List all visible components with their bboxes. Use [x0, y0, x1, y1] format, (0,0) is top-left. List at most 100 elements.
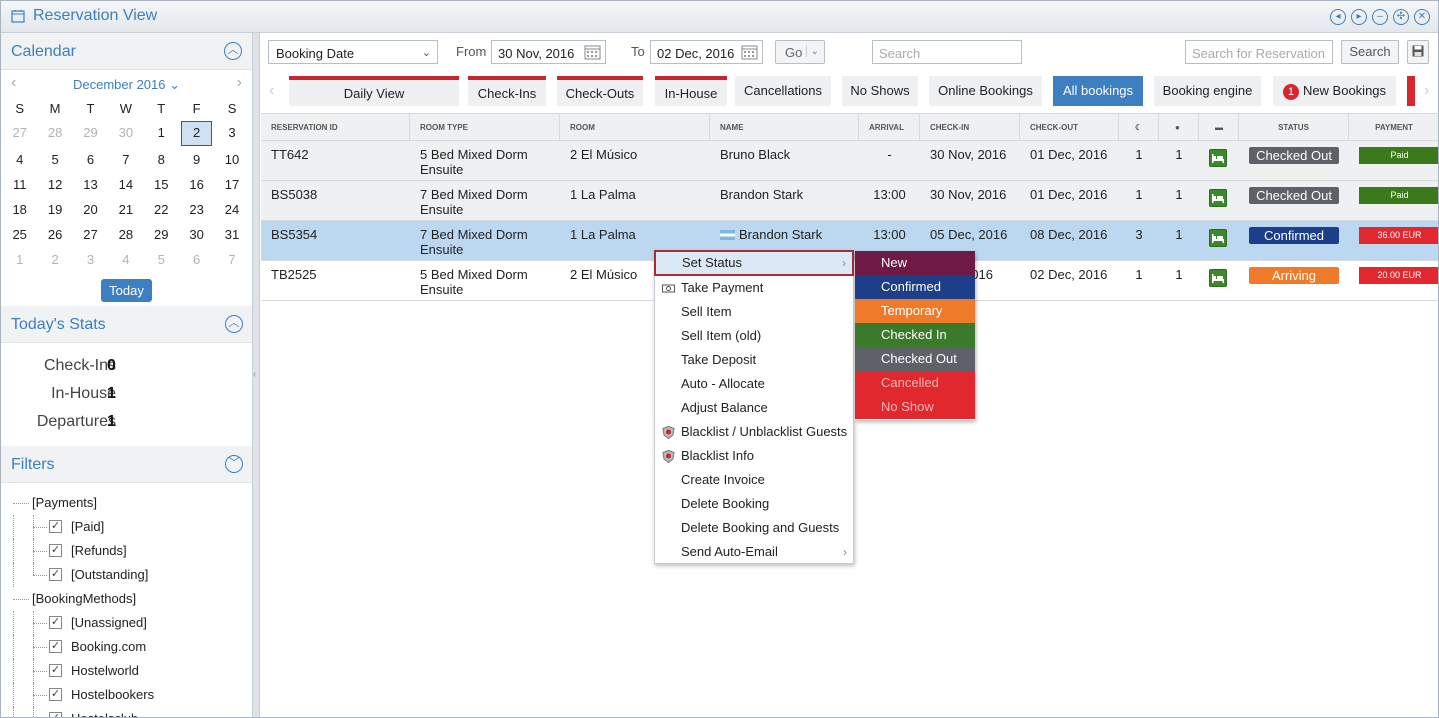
calendar-icon[interactable] — [584, 44, 601, 60]
filter-item[interactable]: ✓ [Paid] — [1, 515, 252, 539]
menu-item-delete-booking-and-guests[interactable]: Delete Booking and Guests — [655, 516, 853, 540]
calendar-day[interactable]: 8 — [144, 147, 179, 172]
tab-check-outs[interactable]: Check-Outs — [557, 76, 643, 106]
search-input[interactable]: Search — [872, 40, 1022, 64]
calendar-icon[interactable] — [741, 44, 758, 60]
calendar-day[interactable]: 21 — [108, 197, 143, 222]
calendar-day[interactable]: 19 — [37, 197, 72, 222]
minimize-icon[interactable]: – — [1372, 9, 1388, 25]
column-header[interactable]: STATUS — [1239, 114, 1349, 141]
calendar-day[interactable]: 29 — [73, 120, 108, 145]
checkbox[interactable]: ✓ — [49, 568, 62, 581]
tab-overflow[interactable] — [1407, 76, 1415, 106]
calendar-day[interactable]: 14 — [108, 172, 143, 197]
menu-item-create-invoice[interactable]: Create Invoice — [655, 468, 853, 492]
column-header[interactable]: NAME — [710, 114, 859, 141]
calendar-day[interactable]: 28 — [37, 120, 72, 145]
filter-item[interactable]: ✓ [Outstanding] — [1, 563, 252, 587]
column-header[interactable]: CHECK-OUT — [1020, 114, 1119, 141]
calendar-day[interactable]: 4 — [108, 247, 143, 272]
table-row[interactable]: TT642 5 Bed Mixed Dorm Ensuite 2 El Músico… — [261, 141, 1438, 181]
month-label[interactable]: December 2016 ⌄ — [1, 77, 252, 93]
from-date-input[interactable]: 30 Nov, 2016 — [491, 40, 606, 64]
filter-item[interactable]: ✓ Hostelsclub — [1, 707, 252, 717]
calendar-day[interactable]: 24 — [214, 197, 249, 222]
payment-badge[interactable]: 36.00 EUR — [1359, 227, 1438, 244]
filter-item[interactable]: ✓ Hostelbookers — [1, 683, 252, 707]
status-badge[interactable]: Arriving — [1249, 267, 1339, 284]
calendar-day[interactable]: 31 — [214, 222, 249, 247]
calendar-day[interactable]: 12 — [37, 172, 72, 197]
calendar-day[interactable]: 28 — [108, 222, 143, 247]
tab-cancellations[interactable]: Cancellations — [735, 76, 831, 106]
filter-group[interactable]: [Payments] — [1, 491, 252, 515]
menu-item-set-status[interactable]: Set Status › — [654, 250, 854, 276]
calendar-day[interactable]: 7 — [108, 147, 143, 172]
calendar-day[interactable]: 27 — [2, 120, 37, 145]
collapse-icon[interactable]: ︿ — [225, 315, 243, 333]
today-button[interactable]: Today — [101, 279, 152, 302]
tab-booking-engine[interactable]: Booking engine — [1154, 76, 1261, 106]
tab-in-house[interactable]: In-House — [655, 76, 727, 106]
next-month-icon[interactable]: › — [237, 74, 242, 92]
calendar-day[interactable]: 2 — [37, 247, 72, 272]
calendar-day[interactable]: 25 — [2, 222, 37, 247]
menu-item-blacklist-unblacklist-guests[interactable]: Blacklist / Unblacklist Guests — [655, 420, 853, 444]
column-header[interactable]: CHECK-IN — [920, 114, 1020, 141]
calendar-day[interactable]: 5 — [144, 247, 179, 272]
checkbox[interactable]: ✓ — [49, 544, 62, 557]
calendar-day[interactable]: 11 — [2, 172, 37, 197]
checkbox[interactable]: ✓ — [49, 712, 62, 717]
go-button[interactable]: Go ⌄ — [775, 40, 825, 64]
calendar-day[interactable]: 6 — [73, 147, 108, 172]
status-option-cancelled[interactable]: Cancelled — [855, 371, 975, 395]
tab-prev-icon[interactable]: ‹ — [269, 82, 274, 100]
status-badge[interactable]: Confirmed — [1249, 227, 1339, 244]
tab-no-shows[interactable]: No Shows — [842, 76, 918, 106]
menu-item-sell-item[interactable]: Sell Item — [655, 300, 853, 324]
calendar-day[interactable]: 30 — [108, 120, 143, 145]
status-option-temporary[interactable]: Temporary — [855, 299, 975, 323]
menu-item-auto-allocate[interactable]: Auto - Allocate — [655, 372, 853, 396]
bed-icon[interactable] — [1209, 269, 1227, 287]
menu-item-adjust-balance[interactable]: Adjust Balance — [655, 396, 853, 420]
prev-icon[interactable]: ◂ — [1330, 9, 1346, 25]
reservation-search-input[interactable]: Search for Reservation — [1185, 40, 1333, 64]
status-option-checked-out[interactable]: Checked Out — [855, 347, 975, 371]
calendar-day[interactable]: 16 — [179, 172, 214, 197]
checkbox[interactable]: ✓ — [49, 520, 62, 533]
column-header[interactable]: ARRIVAL — [859, 114, 920, 141]
date-type-select[interactable]: Booking Date ⌄ — [268, 40, 438, 64]
menu-item-delete-booking[interactable]: Delete Booking — [655, 492, 853, 516]
guest-name[interactable]: Brandon Stark — [720, 187, 803, 202]
calendar-day[interactable]: 22 — [144, 197, 179, 222]
to-date-input[interactable]: 02 Dec, 2016 — [650, 40, 763, 64]
calendar-day[interactable]: 2 — [180, 121, 213, 146]
calendar-day[interactable]: 20 — [73, 197, 108, 222]
tab-check-ins[interactable]: Check-Ins — [468, 76, 546, 106]
filter-item[interactable]: ✓ [Unassigned] — [1, 611, 252, 635]
moon-icon[interactable]: ☾ — [1119, 114, 1159, 141]
calendar-day[interactable]: 27 — [73, 222, 108, 247]
payment-badge[interactable]: 20.00 EUR — [1359, 267, 1438, 284]
filter-item[interactable]: ✓ [Refunds] — [1, 539, 252, 563]
maximize-icon[interactable]: ✣ — [1393, 9, 1409, 25]
bed-icon[interactable] — [1209, 229, 1227, 247]
checkbox[interactable]: ✓ — [49, 616, 62, 629]
collapse-arrow-icon[interactable]: ‹ — [253, 369, 256, 380]
calendar-day[interactable]: 3 — [214, 120, 249, 145]
next-icon[interactable]: ▸ — [1351, 9, 1367, 25]
calendar-day[interactable]: 5 — [37, 147, 72, 172]
menu-item-send-auto-email[interactable]: Send Auto-Email › — [655, 540, 853, 564]
menu-item-take-payment[interactable]: Take Payment — [655, 276, 853, 300]
close-icon[interactable]: ✕ — [1414, 9, 1430, 25]
tab-next-icon[interactable]: › — [1424, 82, 1429, 100]
column-header[interactable]: ROOM TYPE — [410, 114, 560, 141]
menu-item-blacklist-info[interactable]: Blacklist Info — [655, 444, 853, 468]
filters-header[interactable]: Filters ﹀ — [1, 446, 252, 483]
stats-header[interactable]: Today's Stats ︿ — [1, 306, 252, 343]
calendar-day[interactable]: 1 — [144, 120, 179, 145]
filter-group[interactable]: [BookingMethods] — [1, 587, 252, 611]
calendar-day[interactable]: 18 — [2, 197, 37, 222]
collapse-icon[interactable]: ︿ — [224, 42, 242, 60]
